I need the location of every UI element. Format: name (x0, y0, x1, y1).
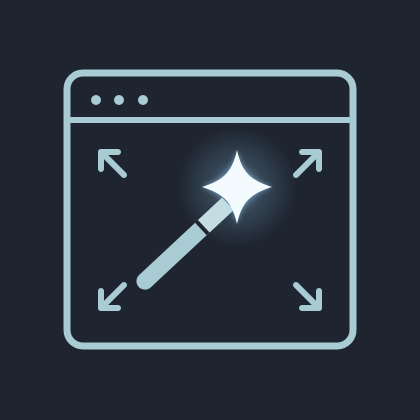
expand-arrow-top-left-icon (98, 149, 127, 178)
expand-arrow-bottom-right-icon (293, 282, 322, 311)
expand-arrow-bottom-left-icon (98, 282, 127, 311)
expand-arrow-top-right-icon (293, 149, 322, 178)
window-control-dots-icon (91, 95, 148, 105)
magic-resize-window-icon (63, 69, 357, 350)
icon-canvas (0, 0, 420, 420)
